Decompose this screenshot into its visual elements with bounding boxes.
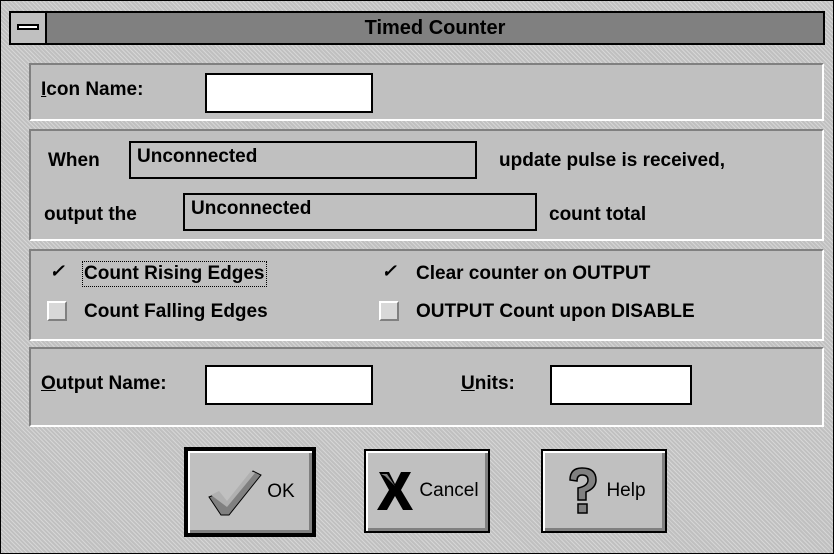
units-field[interactable] — [550, 365, 692, 405]
timed-counter-dialog: Timed Counter Icon Name: When Unconnecte… — [0, 0, 834, 554]
output-panel: Output Name: Units: — [29, 347, 824, 427]
help-button[interactable]: Help — [541, 449, 667, 533]
when-label: When — [48, 150, 100, 171]
update-pulse-suffix: update pulse is received, — [499, 150, 725, 171]
output-name-input[interactable] — [207, 367, 371, 403]
output-name-label: Output Name: — [41, 373, 167, 394]
cancel-button-label: Cancel — [419, 480, 479, 501]
clear-counter-checkbox[interactable]: ✓ — [379, 262, 399, 283]
output-the-label: output the — [44, 204, 137, 225]
units-input[interactable] — [552, 367, 690, 403]
output-total-select[interactable]: Unconnected — [183, 193, 537, 231]
ok-button-label: OK — [267, 481, 295, 502]
count-rising-edges-checkbox[interactable]: ✓ — [47, 262, 67, 283]
icon-name-panel: Icon Name: — [29, 63, 824, 121]
x-icon — [375, 468, 415, 514]
count-total-suffix: count total — [549, 204, 647, 225]
help-button-label: Help — [606, 480, 646, 501]
checkmark-icon — [205, 467, 263, 517]
options-panel: ✓ Count Rising Edges Count Falling Edges… — [29, 249, 824, 341]
count-falling-edges-label: Count Falling Edges — [84, 301, 268, 322]
system-menu-icon — [17, 24, 39, 30]
output-upon-disable-checkbox[interactable] — [379, 301, 399, 321]
question-mark-icon — [562, 466, 602, 516]
window-title: Timed Counter — [364, 17, 506, 39]
icon-name-label: Icon Name: — [41, 79, 144, 100]
output-upon-disable-label: OUTPUT Count upon DISABLE — [416, 301, 695, 322]
count-falling-edges-checkbox[interactable] — [47, 301, 67, 321]
count-rising-edges-label: Count Rising Edges — [82, 261, 267, 287]
icon-name-input[interactable] — [207, 75, 371, 111]
ok-button[interactable]: OK — [184, 447, 316, 537]
icon-name-field[interactable] — [205, 73, 373, 113]
system-menu-button[interactable] — [11, 13, 47, 43]
update-pulse-panel: When Unconnected update pulse is receive… — [29, 129, 824, 241]
output-name-field[interactable] — [205, 365, 373, 405]
cancel-button[interactable]: Cancel — [364, 449, 490, 533]
update-input-select[interactable]: Unconnected — [129, 141, 477, 179]
clear-counter-label: Clear counter on OUTPUT — [416, 263, 651, 284]
title-bar: Timed Counter — [9, 11, 825, 45]
units-label: Units: — [461, 373, 515, 394]
